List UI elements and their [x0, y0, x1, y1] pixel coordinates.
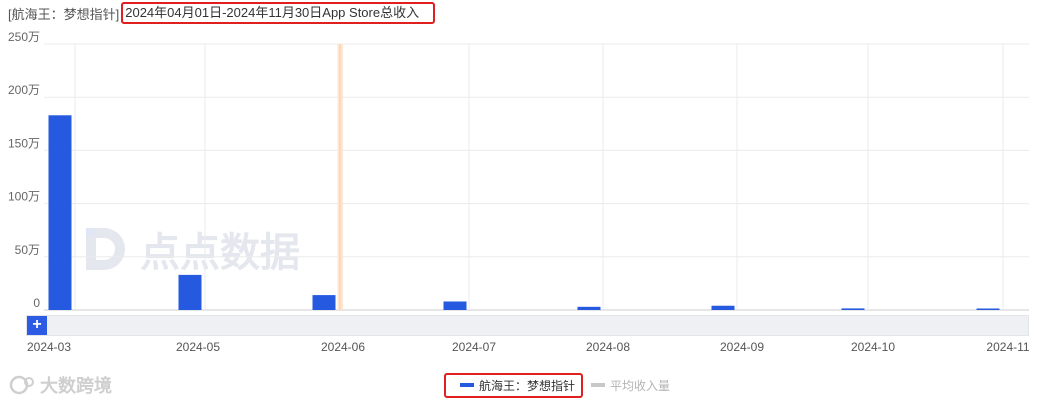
x-tick-label: 2024-10	[851, 340, 895, 354]
legend-swatch-series	[459, 383, 474, 387]
zoom-handle-button[interactable]: +	[27, 316, 47, 335]
chart-legend: 航海王：梦想指针 平均收入量	[0, 372, 1044, 398]
legend-label-average: 平均收入量	[610, 378, 671, 393]
legend-items: 航海王：梦想指针 平均收入量	[443, 372, 670, 398]
y-tick-label: 100万	[8, 190, 40, 204]
bar	[711, 305, 735, 310]
x-tick-label: 2024-07	[452, 340, 496, 354]
bar	[443, 301, 467, 310]
legend-item-average[interactable]: 平均收入量	[591, 377, 670, 394]
bar	[48, 115, 72, 311]
y-tick-label: 200万	[8, 83, 40, 97]
bar	[312, 295, 336, 310]
bar	[976, 308, 1000, 310]
x-tick-label: 2024-09	[720, 340, 764, 354]
bar-chart: 0 50万 100万 150万 200万 250万 2024-03 2024-05 2024-0…	[8, 30, 1030, 354]
legend-item-series[interactable]: 航海王：梦想指针	[443, 372, 583, 398]
bar	[577, 306, 601, 310]
bar	[841, 308, 865, 310]
y-tick-label: 50万	[15, 243, 40, 257]
zoom-slider-track[interactable]: +	[26, 315, 1029, 336]
legend-swatch-average	[591, 383, 605, 387]
x-tick-label: 2024-11	[986, 340, 1029, 354]
chart-widget: [航海王：梦想指针] 2024年04月01日-2024年11月30日App St…	[0, 0, 1044, 402]
bar	[178, 274, 202, 310]
x-tick-label: 2024-05	[176, 340, 220, 354]
x-tick-label: 2024-06	[321, 340, 365, 354]
x-tick-label: 2024-08	[586, 340, 630, 354]
x-tick-label: 2024-03	[27, 340, 71, 354]
y-tick-label: 0	[33, 296, 40, 310]
y-tick-label: 150万	[8, 136, 40, 150]
y-tick-label: 250万	[8, 30, 40, 44]
legend-label-series: 航海王：梦想指针	[478, 378, 575, 393]
